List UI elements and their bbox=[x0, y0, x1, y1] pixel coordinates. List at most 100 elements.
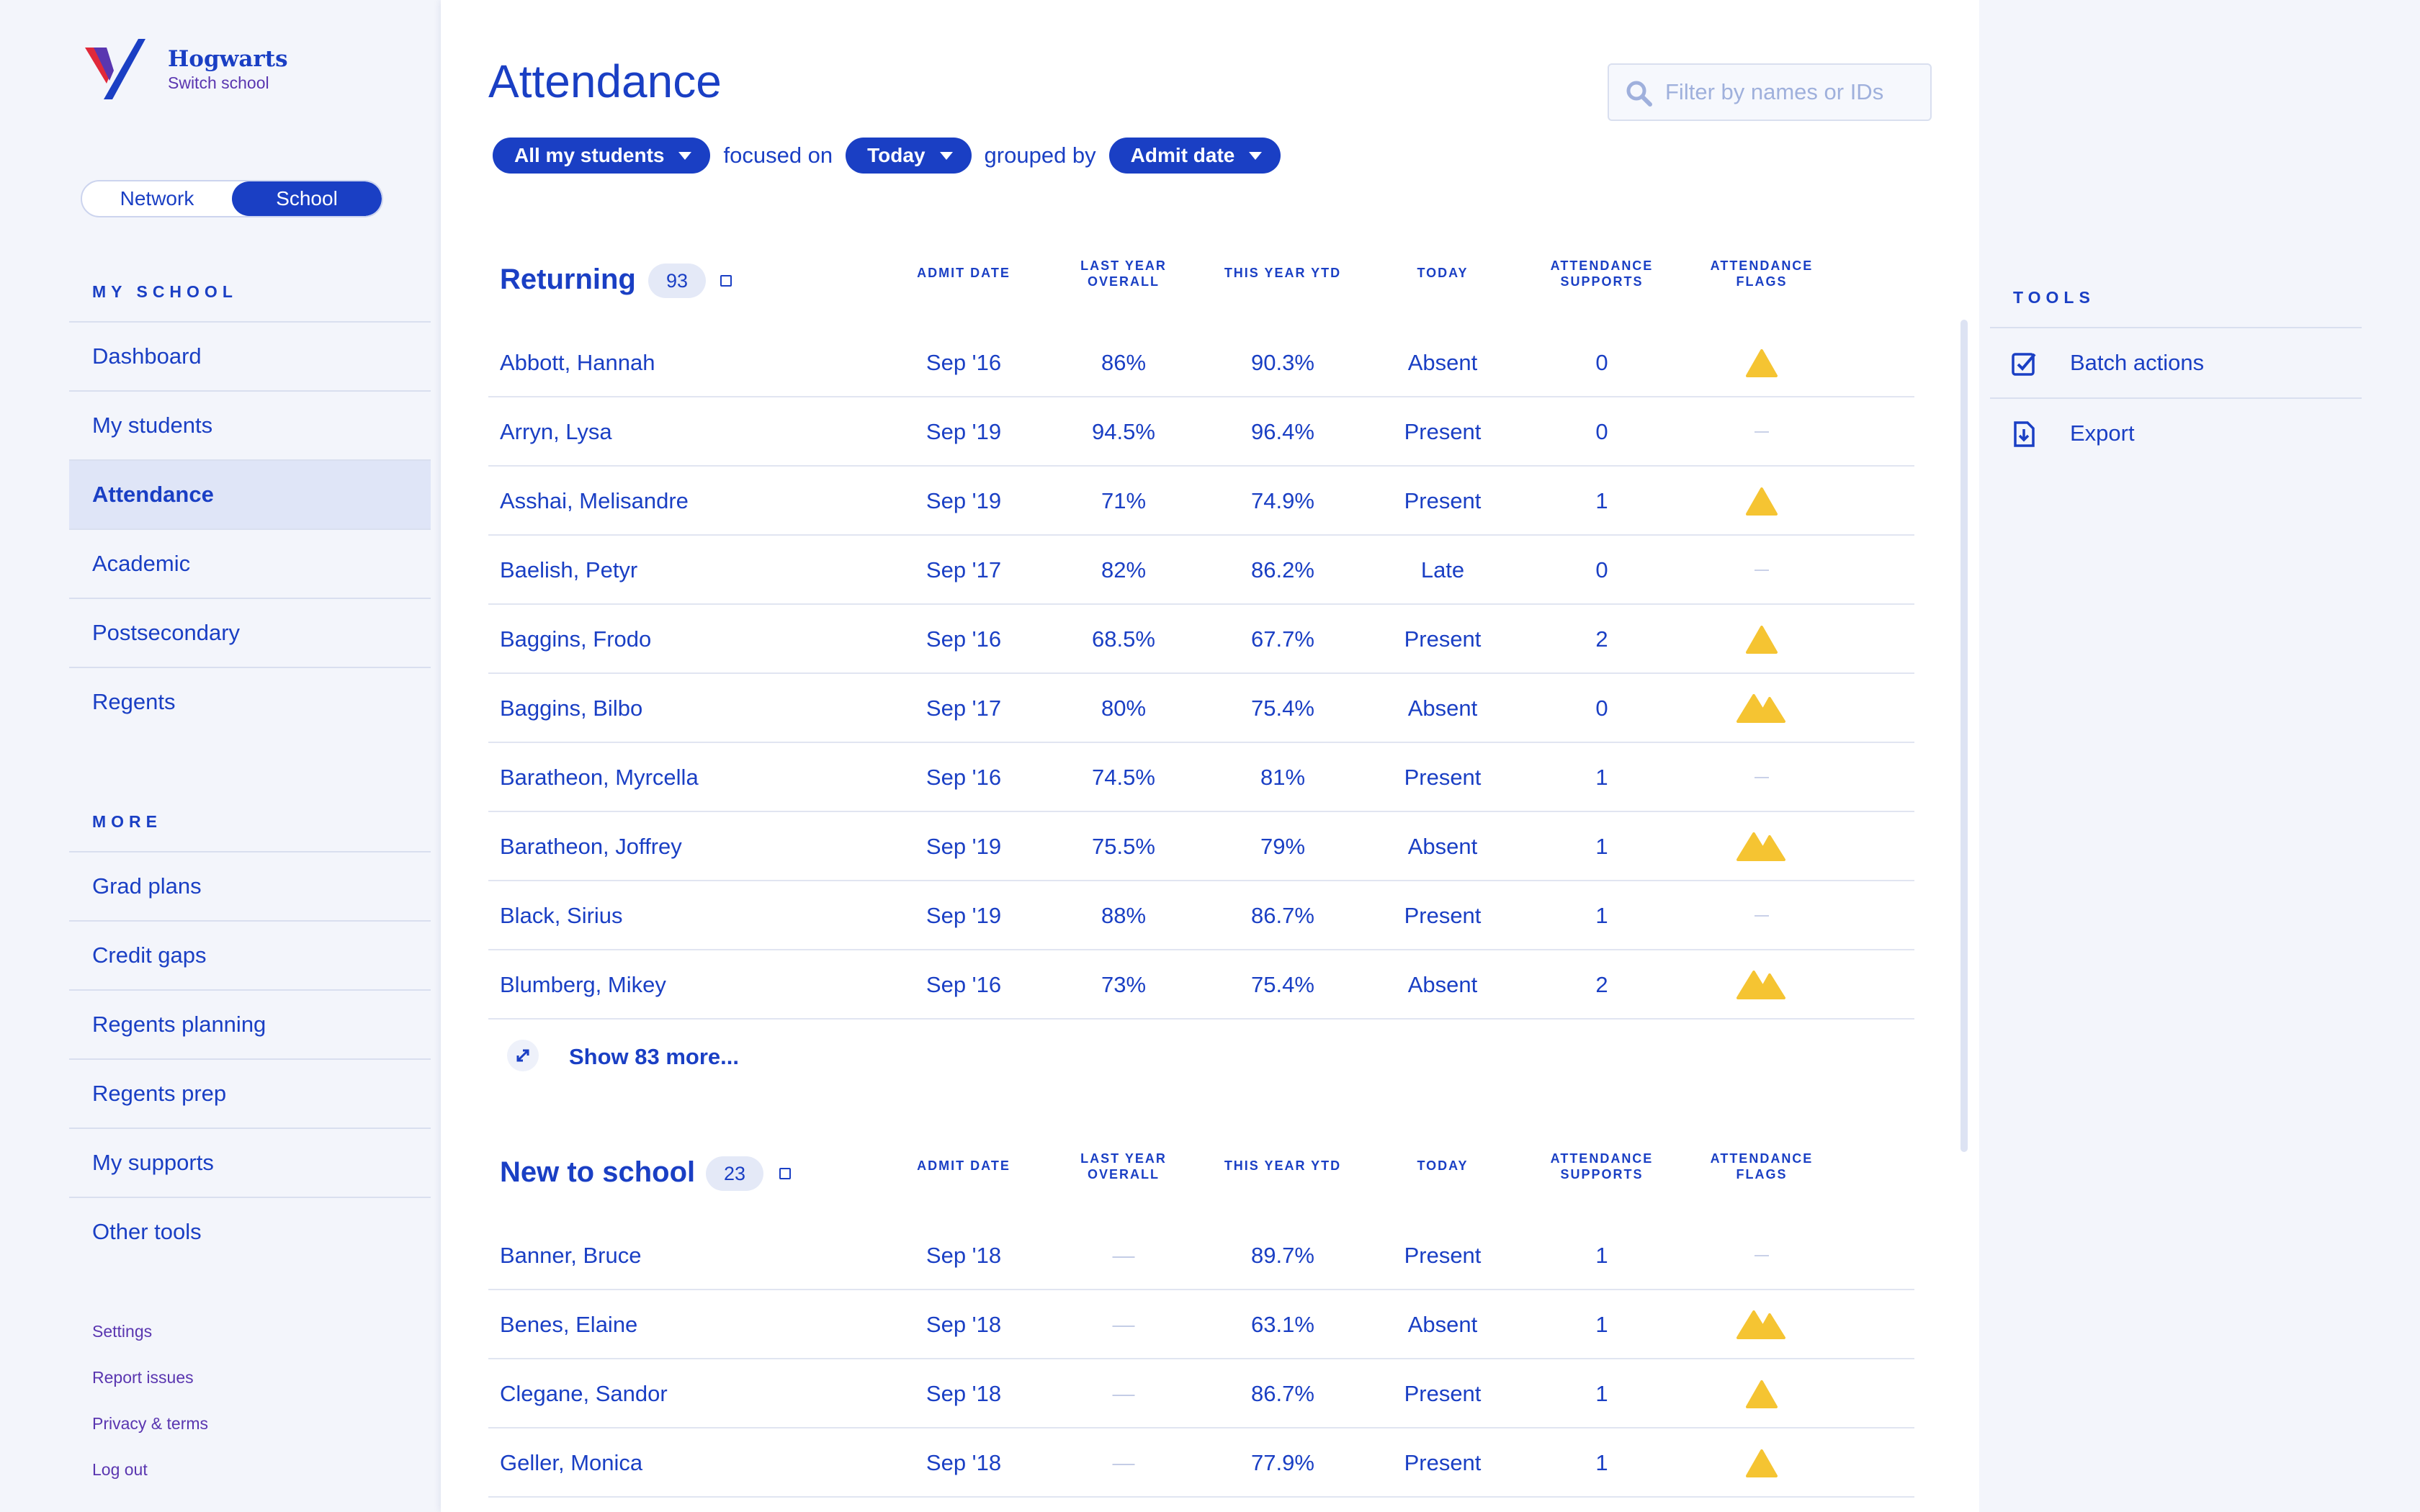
cell-attendance-flags bbox=[1690, 328, 1834, 397]
table-row[interactable]: Black, Sirius Sep '19 88% 86.7% Present 1 bbox=[488, 881, 1914, 950]
cell-last-year-overall: 94.5% bbox=[1092, 419, 1155, 444]
column-header-today-status[interactable]: TODAY bbox=[1371, 265, 1515, 281]
table-row[interactable]: Baratheon, Myrcella Sep '16 74.5% 81% Presen… bbox=[488, 743, 1914, 812]
nav-item-postsecondary[interactable]: Postsecondary bbox=[69, 598, 431, 667]
column-header-admit-date[interactable]: ADMIT DATE bbox=[892, 1158, 1036, 1174]
caret-down-icon bbox=[939, 151, 953, 160]
table-row[interactable]: Benes, Elaine Sep '18 — 63.1% Absent 1 bbox=[488, 1290, 1914, 1359]
no-flag-dash bbox=[1754, 1255, 1769, 1256]
student-name-link[interactable]: Baggins, Bilbo bbox=[500, 674, 642, 743]
switch-school-link[interactable]: Switch school bbox=[168, 73, 269, 93]
table-row[interactable]: Goyle, Gregory Sep '18 — 83.1% Absent 0 bbox=[488, 1498, 1914, 1512]
table-row[interactable]: Asshai, Melisandre Sep '19 71% 74.9% Present… bbox=[488, 467, 1914, 536]
nav-item-regents[interactable]: Regents bbox=[69, 667, 431, 736]
student-name-link[interactable]: Baratheon, Joffrey bbox=[500, 812, 682, 881]
nav-item-academic[interactable]: Academic bbox=[69, 528, 431, 598]
nav-item-regents-planning[interactable]: Regents planning bbox=[69, 989, 431, 1058]
cell-today-status: Present bbox=[1404, 903, 1482, 928]
privacy-terms-link[interactable]: Privacy & terms bbox=[92, 1414, 208, 1460]
table-row[interactable]: Abbott, Hannah Sep '16 86% 90.3% Absent 0 bbox=[488, 328, 1914, 397]
caret-down-icon bbox=[678, 151, 692, 160]
cell-attendance-supports: 1 bbox=[1595, 903, 1608, 928]
table-row[interactable]: Baelish, Petyr Sep '17 82% 86.2% Late 0 bbox=[488, 536, 1914, 605]
student-name-link[interactable]: Arryn, Lysa bbox=[500, 397, 612, 467]
cell-last-year-overall: 88% bbox=[1101, 903, 1147, 928]
student-name-link[interactable]: Goyle, Gregory bbox=[500, 1498, 651, 1512]
table-row[interactable]: Baggins, Bilbo Sep '17 80% 75.4% Absent 0 bbox=[488, 674, 1914, 743]
cell-admit-date: Sep '18 bbox=[926, 1381, 1002, 1406]
table-row[interactable]: Clegane, Sandor Sep '18 — 86.7% Present 1 bbox=[488, 1359, 1914, 1428]
student-name-link[interactable]: Banner, Bruce bbox=[500, 1221, 641, 1290]
cell-attendance-flags bbox=[1690, 467, 1834, 536]
student-name-link[interactable]: Clegane, Sandor bbox=[500, 1359, 668, 1428]
cell-attendance-flags bbox=[1690, 950, 1834, 1020]
show-more-row[interactable]: Show 83 more... bbox=[488, 1020, 1914, 1092]
focus-filter-dropdown[interactable]: Today bbox=[846, 138, 972, 174]
nav-item-attendance[interactable]: Attendance bbox=[69, 459, 431, 528]
scrollbar[interactable] bbox=[1960, 320, 1968, 1152]
group-filter-dropdown[interactable]: Admit date bbox=[1108, 138, 1281, 174]
table-row[interactable]: Arryn, Lysa Sep '19 94.5% 96.4% Present 0 bbox=[488, 397, 1914, 467]
log-out-link[interactable]: Log out bbox=[92, 1460, 208, 1506]
logo-icon[interactable] bbox=[85, 39, 145, 99]
cell-last-year-overall: 68.5% bbox=[1092, 626, 1155, 652]
column-header-attendance-supports[interactable]: ATTENDANCE SUPPORTS bbox=[1530, 258, 1674, 289]
column-header-admit-date[interactable]: ADMIT DATE bbox=[892, 265, 1036, 281]
expand-arrows-icon bbox=[516, 1049, 529, 1062]
cell-today-status: Late bbox=[1420, 557, 1465, 582]
nav-item-regents-prep[interactable]: Regents prep bbox=[69, 1058, 431, 1128]
student-name-link[interactable]: Black, Sirius bbox=[500, 881, 623, 950]
expand-icon[interactable] bbox=[507, 1040, 539, 1071]
student-name-link[interactable]: Baratheon, Myrcella bbox=[500, 743, 699, 812]
student-name-link[interactable]: Geller, Monica bbox=[500, 1428, 642, 1498]
column-header-attendance-supports[interactable]: ATTENDANCE SUPPORTS bbox=[1530, 1151, 1674, 1182]
cell-this-year-ytd: 77.9% bbox=[1251, 1450, 1314, 1475]
column-header-last-year-overall[interactable]: LAST YEAR OVERALL bbox=[1052, 1151, 1196, 1182]
export-button[interactable]: Export bbox=[1990, 397, 2362, 468]
cell-admit-date: Sep '17 bbox=[926, 696, 1002, 721]
nav-item-dashboard[interactable]: Dashboard bbox=[69, 321, 431, 390]
batch-actions-button[interactable]: Batch actions bbox=[1990, 327, 2362, 397]
nav-item-grad-plans[interactable]: Grad plans bbox=[69, 851, 431, 920]
scope-network-option[interactable]: Network bbox=[82, 181, 232, 216]
warning-flag-icon bbox=[1746, 626, 1778, 654]
student-name-link[interactable]: Benes, Elaine bbox=[500, 1290, 637, 1359]
column-header-this-year-ytd[interactable]: THIS YEAR YTD bbox=[1211, 1158, 1355, 1174]
nav-item-credit-gaps[interactable]: Credit gaps bbox=[69, 920, 431, 989]
cell-this-year-ytd: 86.2% bbox=[1251, 557, 1314, 582]
cell-last-year-overall: 75.5% bbox=[1092, 834, 1155, 859]
table-row[interactable]: Baggins, Frodo Sep '16 68.5% 67.7% Present 2 bbox=[488, 605, 1914, 674]
scope-school-option[interactable]: School bbox=[232, 181, 382, 216]
cell-attendance-flags bbox=[1690, 1428, 1834, 1498]
cell-this-year-ytd: 75.4% bbox=[1251, 696, 1314, 721]
select-group-checkbox[interactable] bbox=[720, 275, 732, 287]
cell-this-year-ytd: 79% bbox=[1260, 834, 1306, 859]
settings-link[interactable]: Settings bbox=[92, 1322, 208, 1368]
cell-last-year-overall: 74.5% bbox=[1092, 765, 1155, 790]
student-name-link[interactable]: Blumberg, Mikey bbox=[500, 950, 666, 1020]
table-row[interactable]: Blumberg, Mikey Sep '16 73% 75.4% Absent 2 bbox=[488, 950, 1914, 1020]
cell-today-status: Present bbox=[1404, 765, 1482, 790]
show-more-link[interactable]: Show 83 more... bbox=[569, 1044, 739, 1070]
student-name-link[interactable]: Baelish, Petyr bbox=[500, 536, 637, 605]
select-group-checkbox[interactable] bbox=[779, 1168, 791, 1179]
report-issues-link[interactable]: Report issues bbox=[92, 1368, 208, 1414]
column-header-attendance-flags[interactable]: ATTENDANCE FLAGS bbox=[1690, 1151, 1834, 1182]
column-header-this-year-ytd[interactable]: THIS YEAR YTD bbox=[1211, 265, 1355, 281]
search-input[interactable] bbox=[1665, 79, 1924, 105]
student-group: New to school 23 ADMIT DATE LAST YEAR OVERA… bbox=[488, 1128, 1914, 1512]
table-row[interactable]: Geller, Monica Sep '18 — 77.9% Present 1 bbox=[488, 1428, 1914, 1498]
student-name-link[interactable]: Abbott, Hannah bbox=[500, 328, 655, 397]
student-name-link[interactable]: Baggins, Frodo bbox=[500, 605, 651, 674]
nav-item-other-tools[interactable]: Other tools bbox=[69, 1197, 431, 1266]
cell-last-year-overall: 86% bbox=[1101, 350, 1147, 375]
students-filter-dropdown[interactable]: All my students bbox=[493, 138, 711, 174]
nav-item-my-supports[interactable]: My supports bbox=[69, 1128, 431, 1197]
column-header-last-year-overall[interactable]: LAST YEAR OVERALL bbox=[1052, 258, 1196, 289]
student-name-link[interactable]: Asshai, Melisandre bbox=[500, 467, 689, 536]
column-header-attendance-flags[interactable]: ATTENDANCE FLAGS bbox=[1690, 258, 1834, 289]
table-row[interactable]: Baratheon, Joffrey Sep '19 75.5% 79% Absent 1 bbox=[488, 812, 1914, 881]
nav-item-my-students[interactable]: My students bbox=[69, 390, 431, 459]
column-header-today-status[interactable]: TODAY bbox=[1371, 1158, 1515, 1174]
table-row[interactable]: Banner, Bruce Sep '18 — 89.7% Present 1 bbox=[488, 1221, 1914, 1290]
